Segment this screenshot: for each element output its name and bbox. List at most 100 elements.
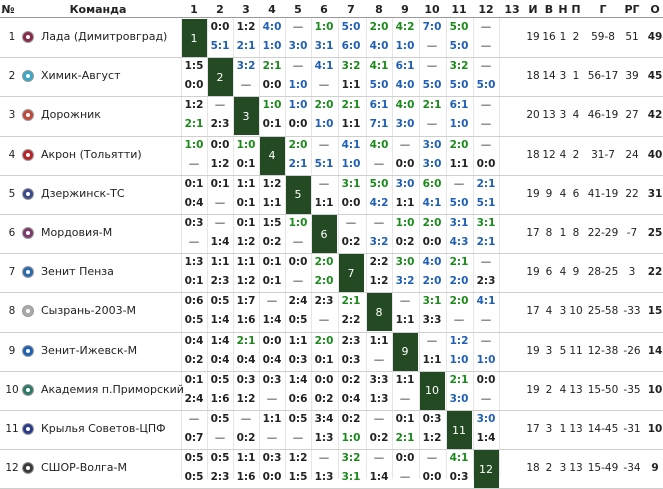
score-away[interactable]: — — [454, 314, 465, 327]
score-home[interactable]: 0:5 — [211, 374, 230, 387]
score-home[interactable]: — — [481, 335, 492, 348]
score-away[interactable]: 7:1 — [370, 118, 389, 131]
score-home[interactable]: 1:4 — [211, 335, 230, 348]
score-home[interactable]: 0:0 — [315, 374, 334, 387]
score-home[interactable]: 3:0 — [396, 178, 415, 191]
score-away[interactable]: 3:2 — [370, 236, 389, 249]
score-away[interactable]: 2:1 — [237, 40, 256, 53]
score-away[interactable]: 1:0 — [315, 118, 334, 131]
score-away[interactable]: — — [427, 118, 438, 131]
score-home[interactable]: 4:2 — [396, 21, 415, 34]
score-away[interactable]: 4:2 — [370, 197, 389, 210]
score-home[interactable]: 4:1 — [315, 60, 334, 73]
team-name[interactable]: Сызрань-2003-М — [41, 304, 136, 317]
score-away[interactable]: 4:0 — [370, 40, 389, 53]
score-away[interactable]: — — [293, 275, 304, 288]
score-home[interactable]: 0:2 — [342, 413, 361, 426]
score-away[interactable]: 2:4 — [185, 393, 204, 406]
score-away[interactable]: 1:2 — [211, 158, 230, 171]
score-home[interactable]: 3:3 — [370, 374, 389, 387]
score-home[interactable]: 3:2 — [342, 452, 361, 465]
score-home[interactable]: — — [374, 217, 385, 230]
score-home[interactable]: — — [481, 60, 492, 73]
score-away[interactable]: 3:1 — [315, 40, 334, 53]
score-away[interactable]: — — [400, 471, 411, 484]
score-home[interactable]: — — [189, 413, 200, 426]
score-home[interactable]: — — [374, 452, 385, 465]
score-away[interactable]: 1:4 — [263, 314, 282, 327]
score-home[interactable]: 4:0 — [396, 99, 415, 112]
score-away[interactable]: 2:3 — [211, 275, 230, 288]
score-away[interactable]: 1:4 — [211, 236, 230, 249]
score-home[interactable]: — — [293, 60, 304, 73]
score-home[interactable]: 2:1 — [423, 99, 442, 112]
score-away[interactable]: 1:4 — [211, 314, 230, 327]
score-home[interactable]: 1:0 — [396, 217, 415, 230]
score-away[interactable]: 0:0 — [477, 158, 496, 171]
score-home[interactable]: 3:0 — [396, 256, 415, 269]
score-home[interactable]: 2:0 — [423, 217, 442, 230]
score-away[interactable]: 5:0 — [450, 197, 469, 210]
score-home[interactable]: 3:1 — [450, 217, 469, 230]
score-away[interactable]: — — [215, 197, 226, 210]
score-home[interactable]: 0:0 — [263, 335, 282, 348]
score-away[interactable]: 1:3 — [370, 393, 389, 406]
score-home[interactable]: 0:5 — [185, 452, 204, 465]
score-away[interactable]: 0:1 — [263, 275, 282, 288]
score-home[interactable]: 2:0 — [315, 99, 334, 112]
score-home[interactable]: — — [481, 21, 492, 34]
score-away[interactable]: — — [374, 158, 385, 171]
score-home[interactable]: — — [400, 139, 411, 152]
score-away[interactable]: 1:5 — [289, 471, 308, 484]
score-home[interactable]: 1:1 — [370, 335, 389, 348]
score-away[interactable]: — — [319, 314, 330, 327]
score-home[interactable]: 1:0 — [185, 139, 204, 152]
score-away[interactable]: — — [481, 118, 492, 131]
score-home[interactable]: 6:1 — [450, 99, 469, 112]
score-away[interactable]: 1:0 — [342, 432, 361, 445]
score-home[interactable]: 2:0 — [450, 295, 469, 308]
score-away[interactable]: 1:1 — [342, 118, 361, 131]
score-home[interactable]: 3:1 — [423, 295, 442, 308]
score-away[interactable]: 0:1 — [315, 354, 334, 367]
score-home[interactable]: 0:0 — [211, 139, 230, 152]
score-away[interactable]: 0:5 — [185, 314, 204, 327]
score-home[interactable]: 4:1 — [370, 60, 389, 73]
score-home[interactable]: 0:5 — [211, 413, 230, 426]
score-home[interactable]: 2:1 — [477, 178, 496, 191]
score-away[interactable]: 5:0 — [477, 79, 496, 92]
score-home[interactable]: 1:0 — [263, 99, 282, 112]
score-away[interactable]: — — [241, 79, 252, 92]
score-home[interactable]: 1:0 — [289, 217, 308, 230]
score-away[interactable]: 1:2 — [423, 432, 442, 445]
score-away[interactable]: — — [293, 236, 304, 249]
score-home[interactable]: 1:1 — [211, 256, 230, 269]
score-away[interactable]: 0:4 — [185, 197, 204, 210]
score-home[interactable]: 5:0 — [370, 178, 389, 191]
score-away[interactable]: 1:2 — [370, 275, 389, 288]
score-home[interactable]: 4:0 — [423, 256, 442, 269]
score-away[interactable]: 1:1 — [423, 354, 442, 367]
score-home[interactable]: 2:1 — [342, 99, 361, 112]
score-home[interactable]: 0:3 — [237, 374, 256, 387]
score-away[interactable]: 1:3 — [315, 471, 334, 484]
score-home[interactable]: 2:1 — [237, 335, 256, 348]
score-away[interactable]: 1:6 — [211, 393, 230, 406]
score-home[interactable]: 4:1 — [477, 295, 496, 308]
score-away[interactable]: 0:3 — [342, 354, 361, 367]
score-home[interactable]: 4:1 — [342, 139, 361, 152]
score-away[interactable]: 1:4 — [370, 471, 389, 484]
score-home[interactable]: 0:3 — [263, 452, 282, 465]
score-away[interactable]: 5:0 — [450, 40, 469, 53]
score-home[interactable]: 5:0 — [342, 21, 361, 34]
score-away[interactable]: 2:3 — [477, 275, 496, 288]
score-home[interactable]: 3:4 — [315, 413, 334, 426]
score-away[interactable]: — — [267, 432, 278, 445]
score-home[interactable]: 2:2 — [370, 256, 389, 269]
score-home[interactable]: 3:1 — [477, 217, 496, 230]
score-home[interactable]: 0:1 — [185, 374, 204, 387]
score-home[interactable]: 3:2 — [237, 60, 256, 73]
score-home[interactable]: — — [293, 21, 304, 34]
score-home[interactable]: 2:3 — [315, 295, 334, 308]
score-away[interactable]: 0:0 — [396, 158, 415, 171]
